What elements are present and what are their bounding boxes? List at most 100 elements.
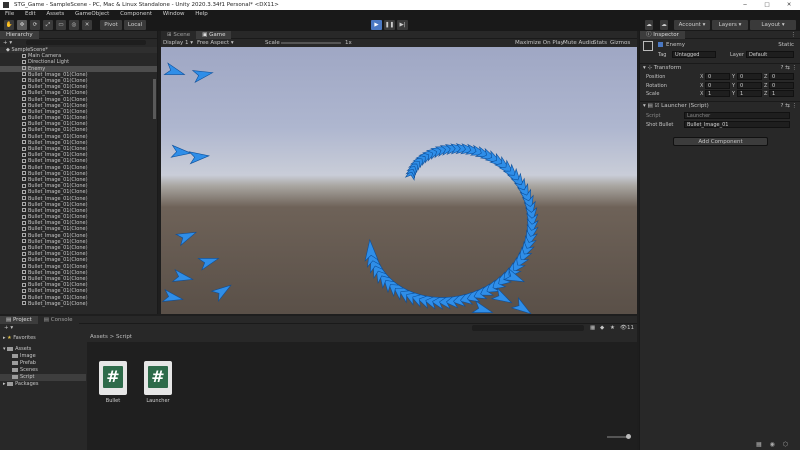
hierarchy-search-input[interactable] bbox=[25, 40, 146, 45]
game-viewport[interactable] bbox=[161, 47, 637, 314]
rotate-tool-icon[interactable]: ⟳ bbox=[30, 20, 40, 30]
aspect-dropdown[interactable]: Free Aspect ▾ bbox=[197, 39, 234, 47]
component-enabled-checkbox[interactable]: ☑ bbox=[654, 103, 659, 109]
rotation-z-field[interactable]: 0 bbox=[769, 81, 794, 89]
rotation-y-field[interactable]: 0 bbox=[737, 81, 762, 89]
asset-launcher[interactable]: # Launcher bbox=[141, 361, 175, 404]
move-tool-icon[interactable]: ✥ bbox=[17, 20, 27, 30]
gameobject-icon bbox=[22, 90, 26, 95]
project-search-input[interactable] bbox=[472, 325, 584, 331]
tag-dropdown[interactable]: Untagged bbox=[672, 51, 716, 58]
menu-file[interactable]: File bbox=[5, 11, 14, 17]
tab-project[interactable]: ▤ Project bbox=[0, 316, 38, 324]
tab-game[interactable]: ▣ Game bbox=[196, 31, 232, 39]
filter-icon[interactable]: ▦ bbox=[590, 324, 595, 332]
menu-window[interactable]: Window bbox=[163, 11, 185, 17]
progress-icon[interactable]: ▦ bbox=[756, 441, 762, 448]
main-toolbar: ✋ ✥ ⟳ ⤢ ▭ ◎ ✕ Pivot Local ▶ ❚❚ ▶| ☁ ☁ Ac… bbox=[0, 19, 800, 31]
scale-value: 1x bbox=[345, 40, 352, 46]
bullet-sprite bbox=[510, 297, 532, 314]
favorites-row[interactable]: ▸ ★ Favorites bbox=[0, 335, 86, 342]
hierarchy-header: Hierarchy bbox=[0, 31, 157, 39]
cache-icon[interactable]: ⬡ bbox=[783, 441, 788, 448]
cloud-icon[interactable]: ☁ bbox=[660, 20, 668, 30]
folder-image[interactable]: Image bbox=[0, 353, 86, 360]
position-x-field[interactable]: 0 bbox=[705, 73, 730, 80]
scale-y-field[interactable]: 1 bbox=[737, 90, 762, 97]
active-checkbox[interactable] bbox=[658, 42, 663, 47]
tag-layer-row: Tag Untagged Layer Default bbox=[658, 51, 798, 59]
scale-x-field[interactable]: 1 bbox=[705, 90, 730, 97]
gizmos-dropdown[interactable]: Gizmos bbox=[610, 39, 630, 47]
folder-script[interactable]: Script bbox=[0, 374, 86, 381]
add-icon[interactable]: + ▾ bbox=[3, 40, 12, 46]
bullet-sprite bbox=[191, 70, 214, 84]
rotation-x-field[interactable]: 0 bbox=[705, 81, 730, 89]
menu-component[interactable]: Component bbox=[120, 11, 152, 17]
transform-tool-icon[interactable]: ◎ bbox=[69, 20, 79, 30]
scale-slider[interactable] bbox=[281, 42, 341, 44]
layers-dropdown[interactable]: Layers ▾ bbox=[712, 20, 748, 30]
debug-icon[interactable]: ◉ bbox=[770, 441, 775, 448]
menu-help[interactable]: Help bbox=[195, 11, 208, 17]
launcher-header[interactable]: ▾ ▤ ☑ Launcher (Script) ? ⇆ ⋮ bbox=[640, 101, 800, 110]
create-icon[interactable]: + ▾ bbox=[4, 324, 13, 332]
custom-tool-icon[interactable]: ✕ bbox=[82, 20, 92, 30]
inspector-menu-icon[interactable]: ⋮ bbox=[791, 31, 797, 39]
pause-button[interactable]: ❚❚ bbox=[384, 20, 395, 30]
breadcrumb-assets[interactable]: Assets bbox=[90, 334, 108, 340]
rect-tool-icon[interactable]: ▭ bbox=[56, 20, 66, 30]
tab-console[interactable]: ▤ Console bbox=[37, 316, 79, 324]
play-button[interactable]: ▶ bbox=[371, 20, 382, 30]
gameobject-icon bbox=[22, 282, 26, 287]
pivot-toggle[interactable]: Pivot bbox=[100, 20, 122, 30]
close-button[interactable]: ✕ bbox=[778, 0, 800, 10]
axis-label-x: X bbox=[700, 74, 704, 80]
stats-toggle[interactable]: Stats bbox=[593, 39, 607, 47]
static-toggle[interactable]: Static bbox=[778, 41, 794, 49]
scale-z-field[interactable]: 1 bbox=[769, 90, 794, 97]
position-z-field[interactable]: 0 bbox=[769, 73, 794, 80]
gameobject-icon bbox=[22, 146, 26, 151]
menu-gameobject[interactable]: GameObject bbox=[75, 11, 109, 17]
scale-tool-icon[interactable]: ⤢ bbox=[43, 20, 53, 30]
maximize-on-play-toggle[interactable]: Maximize On Play bbox=[515, 39, 564, 47]
star-icon[interactable]: ★ bbox=[610, 324, 615, 332]
local-toggle[interactable]: Local bbox=[124, 20, 146, 30]
gameobject-icon bbox=[22, 78, 26, 83]
component-menu-icon[interactable]: ? ⇆ ⋮ bbox=[780, 64, 797, 73]
position-y-field[interactable]: 0 bbox=[737, 73, 762, 80]
maximize-button[interactable]: □ bbox=[756, 0, 778, 10]
breadcrumb-script[interactable]: Script bbox=[116, 334, 132, 340]
step-button[interactable]: ▶| bbox=[397, 20, 408, 30]
object-name[interactable]: Enemy bbox=[666, 41, 685, 49]
gameobject-icon bbox=[22, 103, 26, 108]
hierarchy-scrollbar[interactable] bbox=[153, 79, 156, 119]
menu-edit[interactable]: Edit bbox=[25, 11, 36, 17]
assets-row[interactable]: ▾ Assets bbox=[0, 346, 86, 353]
hierarchy-item[interactable]: Bullet_Image_01(Clone) bbox=[0, 301, 157, 307]
transform-position-row: Position X 0 Y 0 Z 0 bbox=[646, 73, 796, 81]
asset-bullet[interactable]: # Bullet bbox=[96, 361, 130, 404]
transform-header[interactable]: ▾ ⊹ Transform ? ⇆ ⋮ bbox=[640, 63, 800, 72]
mute-audio-toggle[interactable]: Mute Audio bbox=[563, 39, 594, 47]
component-menu-icon[interactable]: ? ⇆ ⋮ bbox=[780, 102, 797, 111]
folder-scenes[interactable]: Scenes bbox=[0, 367, 86, 374]
collab-icon[interactable]: ☁ bbox=[645, 20, 653, 30]
folder-prefab[interactable]: Prefab bbox=[0, 360, 86, 367]
layout-dropdown[interactable]: Layout ▾ bbox=[750, 20, 796, 30]
hand-tool-icon[interactable]: ✋ bbox=[4, 20, 14, 30]
tab-scene[interactable]: ⊞ Scene bbox=[161, 31, 197, 39]
tab-inspector[interactable]: ⓘ Inspector bbox=[640, 31, 685, 39]
minimize-button[interactable]: ─ bbox=[734, 0, 756, 10]
label-icon[interactable]: ◆ bbox=[600, 324, 604, 332]
menu-assets[interactable]: Assets bbox=[46, 11, 64, 17]
icon-size-slider-thumb[interactable] bbox=[626, 434, 631, 439]
display-dropdown[interactable]: Display 1 ▾ bbox=[163, 39, 193, 47]
tab-hierarchy[interactable]: Hierarchy bbox=[0, 31, 39, 39]
layer-dropdown[interactable]: Default bbox=[746, 51, 794, 58]
add-component-button[interactable]: Add Component bbox=[673, 137, 768, 146]
packages-row[interactable]: ▸ Packages bbox=[0, 381, 86, 388]
account-dropdown[interactable]: Account ▾ bbox=[674, 20, 710, 30]
shot-bullet-field[interactable]: Bullet_Image_01 bbox=[684, 121, 790, 128]
